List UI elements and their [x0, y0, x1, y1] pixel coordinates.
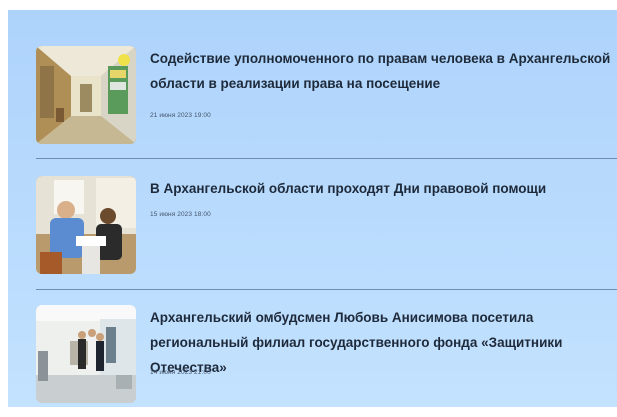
news-title[interactable]: Содействие уполномоченного по правам чел…: [150, 46, 617, 96]
news-thumbnail-consultation[interactable]: [36, 176, 136, 274]
news-date: 14 июня 2023 21:00: [150, 369, 211, 376]
news-date: 15 июня 2023 18:00: [150, 211, 211, 218]
news-date: 21 июня 2023 19:00: [150, 112, 211, 119]
news-item-3[interactable]: Архангельский омбудсмен Любовь Анисимова…: [36, 305, 617, 405]
news-item-2[interactable]: В Архангельской области проходят Дни пра…: [36, 176, 617, 276]
news-title[interactable]: Архангельский омбудсмен Любовь Анисимова…: [150, 305, 617, 380]
news-thumbnail-office-visit[interactable]: [36, 305, 136, 403]
news-thumbnail-corridor[interactable]: [36, 46, 136, 144]
news-title[interactable]: В Архангельской области проходят Дни пра…: [150, 176, 617, 201]
news-item-1[interactable]: Содействие уполномоченного по правам чел…: [36, 46, 617, 146]
news-list: Содействие уполномоченного по правам чел…: [8, 10, 617, 407]
divider: [36, 158, 617, 159]
divider: [36, 289, 617, 290]
